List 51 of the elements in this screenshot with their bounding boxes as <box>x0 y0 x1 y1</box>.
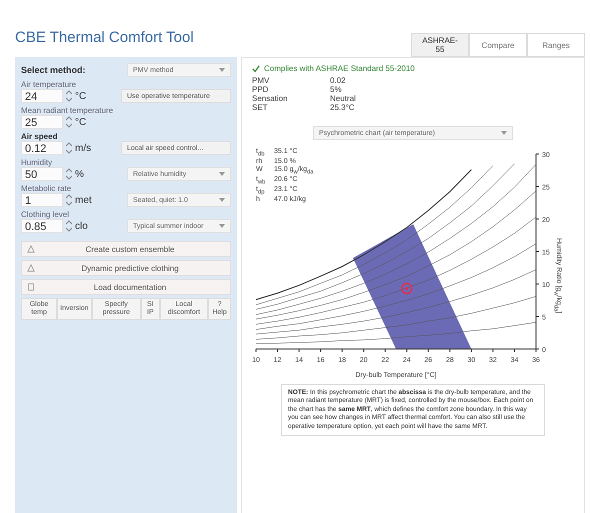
spinner-icon[interactable] <box>66 142 72 154</box>
result-name: Sensation <box>252 94 289 103</box>
result-value: 0.02 <box>330 76 347 85</box>
field-label: Mean radiant temperature <box>21 106 114 115</box>
result-value: 25.3°C <box>330 103 356 112</box>
field-label: Select method: <box>21 65 86 75</box>
caret-icon <box>219 198 225 202</box>
number-field[interactable]: 50 <box>21 167 63 181</box>
caret-icon <box>219 68 225 72</box>
caret-icon <box>219 224 225 228</box>
state-point <box>401 282 413 294</box>
unit-label: % <box>75 168 84 180</box>
unit-label: m/s <box>75 142 92 154</box>
tab[interactable]: ASHRAE-55 <box>411 33 469 57</box>
number-field[interactable]: 1 <box>21 193 63 207</box>
section-bar[interactable]: Create custom ensemble <box>21 241 231 257</box>
compliance-text: Complies with ASHRAE Standard 55-2010 <box>264 64 415 73</box>
result-name: PMV <box>252 76 270 85</box>
number-field[interactable]: 25 <box>21 115 63 129</box>
section-bar[interactable]: Load documentation <box>21 279 231 295</box>
unit-label: °C <box>75 116 86 128</box>
field-label: Humidity <box>21 158 54 167</box>
warning-icon <box>27 264 35 272</box>
unit-label: clo <box>75 220 88 232</box>
tab[interactable]: Ranges <box>527 33 585 57</box>
result-name: PPD <box>252 85 270 94</box>
spinner-icon[interactable] <box>66 168 72 180</box>
spinner-icon[interactable] <box>66 90 72 102</box>
tab[interactable]: Compare <box>469 33 527 57</box>
warning-icon <box>27 245 35 253</box>
number-field[interactable]: 0.12 <box>21 141 63 155</box>
caret-icon <box>501 131 507 135</box>
caret-icon <box>219 172 225 176</box>
field-label: Metabolic rate <box>21 184 72 193</box>
result-value: 5% <box>330 85 343 94</box>
result-name: SET <box>252 103 269 112</box>
document-icon <box>27 283 35 291</box>
spinner-icon[interactable] <box>66 116 72 128</box>
field-label: Clothing level <box>21 210 70 219</box>
number-field[interactable]: 24 <box>21 89 63 103</box>
section-bar[interactable]: Dynamic predictive clothing <box>21 260 231 276</box>
app-title: CBE Thermal Comfort Tool <box>15 29 194 48</box>
result-value: Neutral <box>330 94 357 103</box>
check-icon <box>252 64 260 72</box>
spinner-icon[interactable] <box>66 220 72 232</box>
field-label: Air speed <box>21 132 58 141</box>
unit-label: °C <box>75 90 86 102</box>
unit-label: met <box>75 194 92 206</box>
spinner-icon[interactable] <box>66 194 72 206</box>
number-field[interactable]: 0.85 <box>21 219 63 233</box>
field-label: Air temperature <box>21 80 78 89</box>
